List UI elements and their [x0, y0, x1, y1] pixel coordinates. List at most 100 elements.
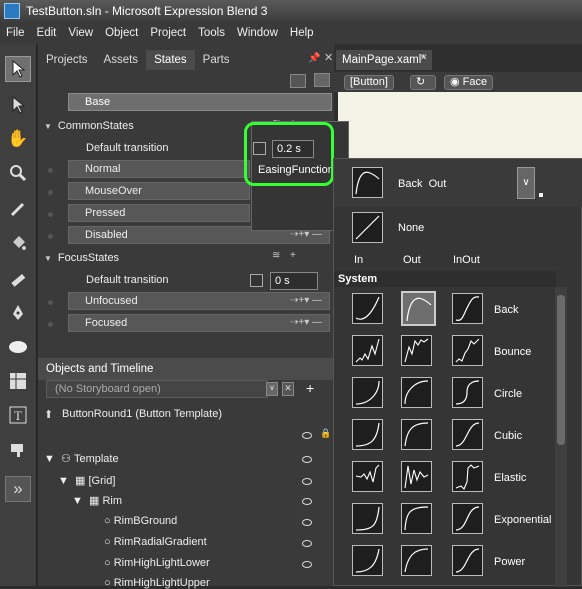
add-transition-icon[interactable]: ⇢+▾ —	[290, 317, 322, 328]
visibility-eye-icon[interactable]	[302, 519, 312, 526]
curve-cubic-in-icon[interactable]	[352, 419, 383, 450]
asset-icon[interactable]	[5, 436, 31, 462]
menu-help[interactable]: Help	[284, 27, 320, 39]
more-tools-icon[interactable]: »	[5, 476, 31, 502]
curve-bounce-out-icon[interactable]	[401, 335, 432, 366]
expand-icon[interactable]: ▼	[72, 495, 83, 507]
pan-hand-icon[interactable]: ✋	[5, 126, 31, 152]
selection-arrow-icon[interactable]	[5, 56, 31, 82]
expand-icon[interactable]: ▼	[44, 453, 55, 465]
state-mouseover[interactable]: MouseOver	[68, 182, 250, 200]
curve-back-in-icon[interactable]	[352, 293, 383, 324]
chooser-dropdown-icon[interactable]: ∨	[517, 167, 535, 199]
grid-icon[interactable]	[5, 368, 31, 394]
visibility-eye-icon[interactable]	[302, 540, 312, 547]
eyedropper-icon[interactable]	[5, 196, 31, 222]
curve-none-icon[interactable]	[352, 212, 383, 243]
curve-elastic-inout-icon[interactable]	[452, 461, 483, 492]
tree-item-grid[interactable]: ▼ ▦ [Grid]	[58, 474, 115, 487]
text-tool-icon[interactable]: T	[5, 402, 31, 428]
toggle-transition-preview-icon[interactable]	[314, 73, 330, 87]
curve-circle-in-icon[interactable]	[352, 377, 383, 408]
curve-exponential-out-icon[interactable]	[401, 503, 432, 534]
ellipse-icon[interactable]	[5, 334, 31, 360]
add-storyboard-button[interactable]: +	[306, 380, 314, 396]
direct-select-icon[interactable]	[5, 92, 31, 118]
visibility-eye-icon[interactable]	[302, 561, 312, 568]
add-transition-icon[interactable]: ⇢+▾ —	[290, 295, 322, 306]
visibility-eye-icon[interactable]	[302, 498, 312, 505]
easing-function-icon[interactable]	[250, 274, 263, 287]
visibility-eye-icon[interactable]	[302, 432, 312, 439]
paint-bucket-icon[interactable]	[5, 230, 31, 256]
column-inout[interactable]: InOut	[453, 254, 480, 266]
breadcrumb-button[interactable]: [Button]	[344, 75, 394, 90]
curve-elastic-out-icon[interactable]	[401, 461, 432, 492]
state-group-commonstates[interactable]: ▼ CommonStates	[44, 120, 134, 132]
menu-project[interactable]: Project	[144, 27, 192, 39]
easing-none-label[interactable]: None	[398, 222, 424, 234]
tree-item-template[interactable]: ▼ ⚇ Template	[44, 452, 119, 465]
zoom-icon[interactable]	[5, 160, 31, 186]
visibility-eye-icon[interactable]	[302, 478, 312, 485]
curve-power-out-icon[interactable]	[401, 545, 432, 576]
resize-grip-icon[interactable]	[539, 193, 543, 197]
menu-window[interactable]: Window	[231, 27, 284, 39]
menu-file[interactable]: File	[0, 27, 31, 39]
tree-item-rimhighlightlower[interactable]: ○ RimHighLightLower	[104, 557, 210, 569]
menu-edit[interactable]: Edit	[31, 27, 63, 39]
close-tab-icon[interactable]: ✕	[420, 52, 428, 63]
tree-item-rimradialgradient[interactable]: ○ RimRadialGradient	[104, 536, 207, 548]
menu-view[interactable]: View	[62, 27, 99, 39]
visibility-eye-icon[interactable]	[302, 456, 312, 463]
scroll-thumb[interactable]	[557, 295, 565, 445]
menu-object[interactable]: Object	[99, 27, 144, 39]
tab-states[interactable]: States	[146, 50, 195, 70]
tab-mainpage[interactable]: MainPage.xaml*	[336, 50, 432, 70]
curve-back-inout-icon[interactable]	[452, 293, 483, 324]
lock-icon[interactable]: 🔒	[320, 428, 331, 439]
curve-cubic-out-icon[interactable]	[401, 419, 432, 450]
transition-effect-icon[interactable]: ≋	[272, 250, 280, 261]
tree-item-rimhighlightupper[interactable]: ○ RimHighLightUpper	[104, 577, 210, 589]
close-panel-icon[interactable]: ✕	[324, 51, 333, 64]
add-state-group-icon[interactable]	[290, 74, 306, 88]
expand-icon[interactable]: ▼	[58, 475, 69, 487]
pen-icon[interactable]	[5, 300, 31, 326]
state-normal[interactable]: Normal	[68, 160, 250, 178]
template-scope-icon[interactable]: ↻	[410, 75, 436, 90]
tab-parts[interactable]: Parts	[195, 50, 238, 70]
curve-circle-inout-icon[interactable]	[452, 377, 483, 408]
add-state-icon[interactable]: +	[290, 250, 296, 261]
curve-circle-out-icon[interactable]	[401, 377, 432, 408]
tree-item-rim[interactable]: ▼ ▦ Rim	[72, 494, 122, 507]
curve-cubic-inout-icon[interactable]	[452, 419, 483, 450]
state-pressed[interactable]: Pressed	[68, 204, 250, 222]
state-group-focusstates[interactable]: ▼ FocusStates	[44, 252, 119, 264]
close-storyboard-icon[interactable]: ✕	[282, 382, 294, 396]
curve-power-inout-icon[interactable]	[452, 545, 483, 576]
chooser-scrollbar[interactable]	[555, 287, 567, 587]
curve-exponential-inout-icon[interactable]	[452, 503, 483, 534]
transition-duration-field[interactable]: 0 s	[270, 272, 318, 290]
storyboard-dropdown-icon[interactable]: ∨	[266, 382, 278, 396]
base-state[interactable]: Base	[68, 93, 332, 111]
breadcrumb-face[interactable]: ◉ Face	[444, 75, 494, 90]
brush-icon[interactable]	[5, 266, 31, 292]
curve-elastic-in-icon[interactable]	[352, 461, 383, 492]
collapse-triangle-icon[interactable]: ▼	[44, 122, 52, 131]
collapse-triangle-icon[interactable]: ▼	[44, 254, 52, 263]
menu-tools[interactable]: Tools	[192, 27, 231, 39]
tab-objects-timeline[interactable]: Objects and Timeline	[38, 358, 334, 380]
curve-bounce-inout-icon[interactable]	[452, 335, 483, 366]
curve-power-in-icon[interactable]	[352, 545, 383, 576]
tree-item-rimbground[interactable]: ○ RimBGround	[104, 515, 177, 527]
curve-exponential-in-icon[interactable]	[352, 503, 383, 534]
tab-projects[interactable]: Projects	[38, 50, 96, 70]
curve-bounce-in-icon[interactable]	[352, 335, 383, 366]
storyboard-selector[interactable]: (No Storyboard open)	[46, 380, 268, 398]
curve-back-out-icon[interactable]	[401, 291, 436, 326]
scope-up-icon[interactable]: ⬆	[44, 408, 53, 421]
tab-assets[interactable]: Assets	[96, 50, 147, 70]
column-in[interactable]: In	[354, 254, 363, 266]
